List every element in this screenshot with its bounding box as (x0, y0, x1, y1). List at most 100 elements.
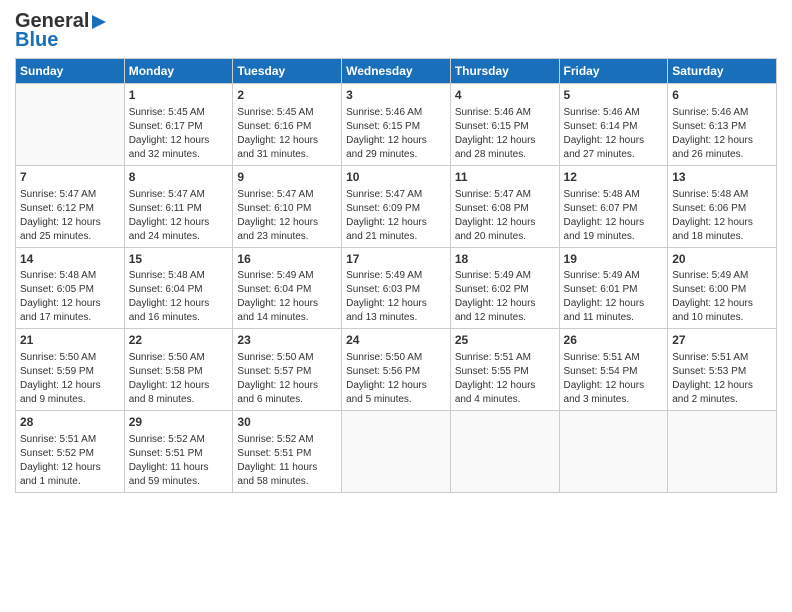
calendar-cell: 6Sunrise: 5:46 AM Sunset: 6:13 PM Daylig… (668, 84, 777, 166)
day-info: Sunrise: 5:49 AM Sunset: 6:00 PM Dayligh… (672, 269, 772, 325)
week-row-0: 1 Sunrise: 5:45 AM Sunset: 6:17 PM Daylig… (16, 84, 777, 166)
calendar-cell: 15Sunrise: 5:48 AM Sunset: 6:04 PM Dayli… (124, 247, 233, 329)
day-info: Sunrise: 5:48 AM Sunset: 6:07 PM Dayligh… (564, 188, 664, 244)
calendar-cell: 5Sunrise: 5:46 AM Sunset: 6:14 PM Daylig… (559, 84, 668, 166)
day-number: 30 (237, 414, 337, 431)
calendar-cell: 7 Sunrise: 5:47 AM Sunset: 6:12 PM Daylig… (16, 165, 125, 247)
day-number: 16 (237, 251, 337, 268)
header-thursday: Thursday (450, 59, 559, 84)
calendar-cell: 14Sunrise: 5:48 AM Sunset: 6:05 PM Dayli… (16, 247, 125, 329)
calendar-cell: 21 Sunrise: 5:50 AM Sunset: 5:59 PM Dayli… (16, 329, 125, 411)
day-number: 28 (20, 414, 120, 431)
day-info: Sunrise: 5:51 AM Sunset: 5:54 PM Dayligh… (564, 351, 664, 407)
calendar-cell: 29 Sunrise: 5:52 AM Sunset: 5:51 PM Dayli… (124, 411, 233, 493)
day-number: 15 (129, 251, 229, 268)
day-number: 8 (129, 169, 229, 186)
day-info: Sunrise: 5:46 AM Sunset: 6:14 PM Dayligh… (564, 106, 664, 162)
day-info: Sunrise: 5:47 AM Sunset: 6:11 PM Dayligh… (129, 188, 229, 244)
calendar-cell: 17Sunrise: 5:49 AM Sunset: 6:03 PM Dayli… (342, 247, 451, 329)
week-row-1: 7 Sunrise: 5:47 AM Sunset: 6:12 PM Daylig… (16, 165, 777, 247)
calendar-cell: 16Sunrise: 5:49 AM Sunset: 6:04 PM Dayli… (233, 247, 342, 329)
day-info: Sunrise: 5:52 AM Sunset: 5:51 PM Dayligh… (237, 433, 337, 489)
day-number: 14 (20, 251, 120, 268)
logo: General Blue (15, 10, 108, 52)
week-row-3: 21 Sunrise: 5:50 AM Sunset: 5:59 PM Dayli… (16, 329, 777, 411)
day-number: 20 (672, 251, 772, 268)
calendar-cell (668, 411, 777, 493)
day-number: 12 (564, 169, 664, 186)
day-info: Sunrise: 5:51 AM Sunset: 5:53 PM Dayligh… (672, 351, 772, 407)
day-info: Sunrise: 5:49 AM Sunset: 6:04 PM Dayligh… (237, 269, 337, 325)
day-info: Sunrise: 5:50 AM Sunset: 5:58 PM Dayligh… (129, 351, 229, 407)
day-info: Sunrise: 5:50 AM Sunset: 5:56 PM Dayligh… (346, 351, 446, 407)
day-number: 9 (237, 169, 337, 186)
calendar-cell: 8 Sunrise: 5:47 AM Sunset: 6:11 PM Daylig… (124, 165, 233, 247)
day-info: Sunrise: 5:50 AM Sunset: 5:57 PM Dayligh… (237, 351, 337, 407)
day-info: Sunrise: 5:49 AM Sunset: 6:02 PM Dayligh… (455, 269, 555, 325)
day-number: 2 (237, 87, 337, 104)
calendar-cell: 18Sunrise: 5:49 AM Sunset: 6:02 PM Dayli… (450, 247, 559, 329)
day-number: 17 (346, 251, 446, 268)
day-number: 18 (455, 251, 555, 268)
logo-blue: Blue (15, 29, 58, 52)
calendar-cell (16, 84, 125, 166)
calendar-cell: 12 Sunrise: 5:48 AM Sunset: 6:07 PM Dayli… (559, 165, 668, 247)
day-number: 13 (672, 169, 772, 186)
calendar-cell (342, 411, 451, 493)
calendar-cell: 24 Sunrise: 5:50 AM Sunset: 5:56 PM Dayli… (342, 329, 451, 411)
day-info: Sunrise: 5:51 AM Sunset: 5:52 PM Dayligh… (20, 433, 120, 489)
header-saturday: Saturday (668, 59, 777, 84)
day-number: 24 (346, 332, 446, 349)
day-number: 22 (129, 332, 229, 349)
day-info: Sunrise: 5:45 AM Sunset: 6:16 PM Dayligh… (237, 106, 337, 162)
day-info: Sunrise: 5:51 AM Sunset: 5:55 PM Dayligh… (455, 351, 555, 407)
calendar-cell: 11Sunrise: 5:47 AM Sunset: 6:08 PM Dayli… (450, 165, 559, 247)
calendar-cell: 9 Sunrise: 5:47 AM Sunset: 6:10 PM Daylig… (233, 165, 342, 247)
header-friday: Friday (559, 59, 668, 84)
calendar-cell: 23Sunrise: 5:50 AM Sunset: 5:57 PM Dayli… (233, 329, 342, 411)
day-number: 4 (455, 87, 555, 104)
day-info: Sunrise: 5:49 AM Sunset: 6:01 PM Dayligh… (564, 269, 664, 325)
header-sunday: Sunday (16, 59, 125, 84)
day-info: Sunrise: 5:48 AM Sunset: 6:04 PM Dayligh… (129, 269, 229, 325)
calendar-table: SundayMondayTuesdayWednesdayThursdayFrid… (15, 58, 777, 493)
day-info: Sunrise: 5:46 AM Sunset: 6:15 PM Dayligh… (346, 106, 446, 162)
day-info: Sunrise: 5:47 AM Sunset: 6:10 PM Dayligh… (237, 188, 337, 244)
day-info: Sunrise: 5:45 AM Sunset: 6:17 PM Dayligh… (129, 106, 229, 162)
week-row-4: 28 Sunrise: 5:51 AM Sunset: 5:52 PM Dayli… (16, 411, 777, 493)
day-info: Sunrise: 5:48 AM Sunset: 6:05 PM Dayligh… (20, 269, 120, 325)
day-number: 3 (346, 87, 446, 104)
calendar-cell: 19Sunrise: 5:49 AM Sunset: 6:01 PM Dayli… (559, 247, 668, 329)
calendar-cell: 28 Sunrise: 5:51 AM Sunset: 5:52 PM Dayli… (16, 411, 125, 493)
calendar-cell: 3 Sunrise: 5:46 AM Sunset: 6:15 PM Daylig… (342, 84, 451, 166)
day-number: 7 (20, 169, 120, 186)
page-header: General Blue (15, 10, 777, 52)
day-info: Sunrise: 5:50 AM Sunset: 5:59 PM Dayligh… (20, 351, 120, 407)
calendar-body: 1 Sunrise: 5:45 AM Sunset: 6:17 PM Daylig… (16, 84, 777, 493)
day-number: 1 (129, 87, 229, 104)
header-monday: Monday (124, 59, 233, 84)
day-number: 29 (129, 414, 229, 431)
header-wednesday: Wednesday (342, 59, 451, 84)
calendar-cell: 27 Sunrise: 5:51 AM Sunset: 5:53 PM Dayli… (668, 329, 777, 411)
day-number: 26 (564, 332, 664, 349)
day-info: Sunrise: 5:52 AM Sunset: 5:51 PM Dayligh… (129, 433, 229, 489)
day-info: Sunrise: 5:46 AM Sunset: 6:15 PM Dayligh… (455, 106, 555, 162)
day-number: 19 (564, 251, 664, 268)
day-info: Sunrise: 5:47 AM Sunset: 6:12 PM Dayligh… (20, 188, 120, 244)
day-number: 27 (672, 332, 772, 349)
calendar-cell: 13Sunrise: 5:48 AM Sunset: 6:06 PM Dayli… (668, 165, 777, 247)
calendar-cell: 1 Sunrise: 5:45 AM Sunset: 6:17 PM Daylig… (124, 84, 233, 166)
week-row-2: 14Sunrise: 5:48 AM Sunset: 6:05 PM Dayli… (16, 247, 777, 329)
day-info: Sunrise: 5:47 AM Sunset: 6:08 PM Dayligh… (455, 188, 555, 244)
day-number: 25 (455, 332, 555, 349)
day-info: Sunrise: 5:49 AM Sunset: 6:03 PM Dayligh… (346, 269, 446, 325)
calendar-cell: 25 Sunrise: 5:51 AM Sunset: 5:55 PM Dayli… (450, 329, 559, 411)
logo-icon (90, 13, 108, 31)
calendar-cell: 10Sunrise: 5:47 AM Sunset: 6:09 PM Dayli… (342, 165, 451, 247)
day-number: 10 (346, 169, 446, 186)
calendar-cell: 4 Sunrise: 5:46 AM Sunset: 6:15 PM Daylig… (450, 84, 559, 166)
day-info: Sunrise: 5:46 AM Sunset: 6:13 PM Dayligh… (672, 106, 772, 162)
day-number: 21 (20, 332, 120, 349)
calendar-cell (559, 411, 668, 493)
